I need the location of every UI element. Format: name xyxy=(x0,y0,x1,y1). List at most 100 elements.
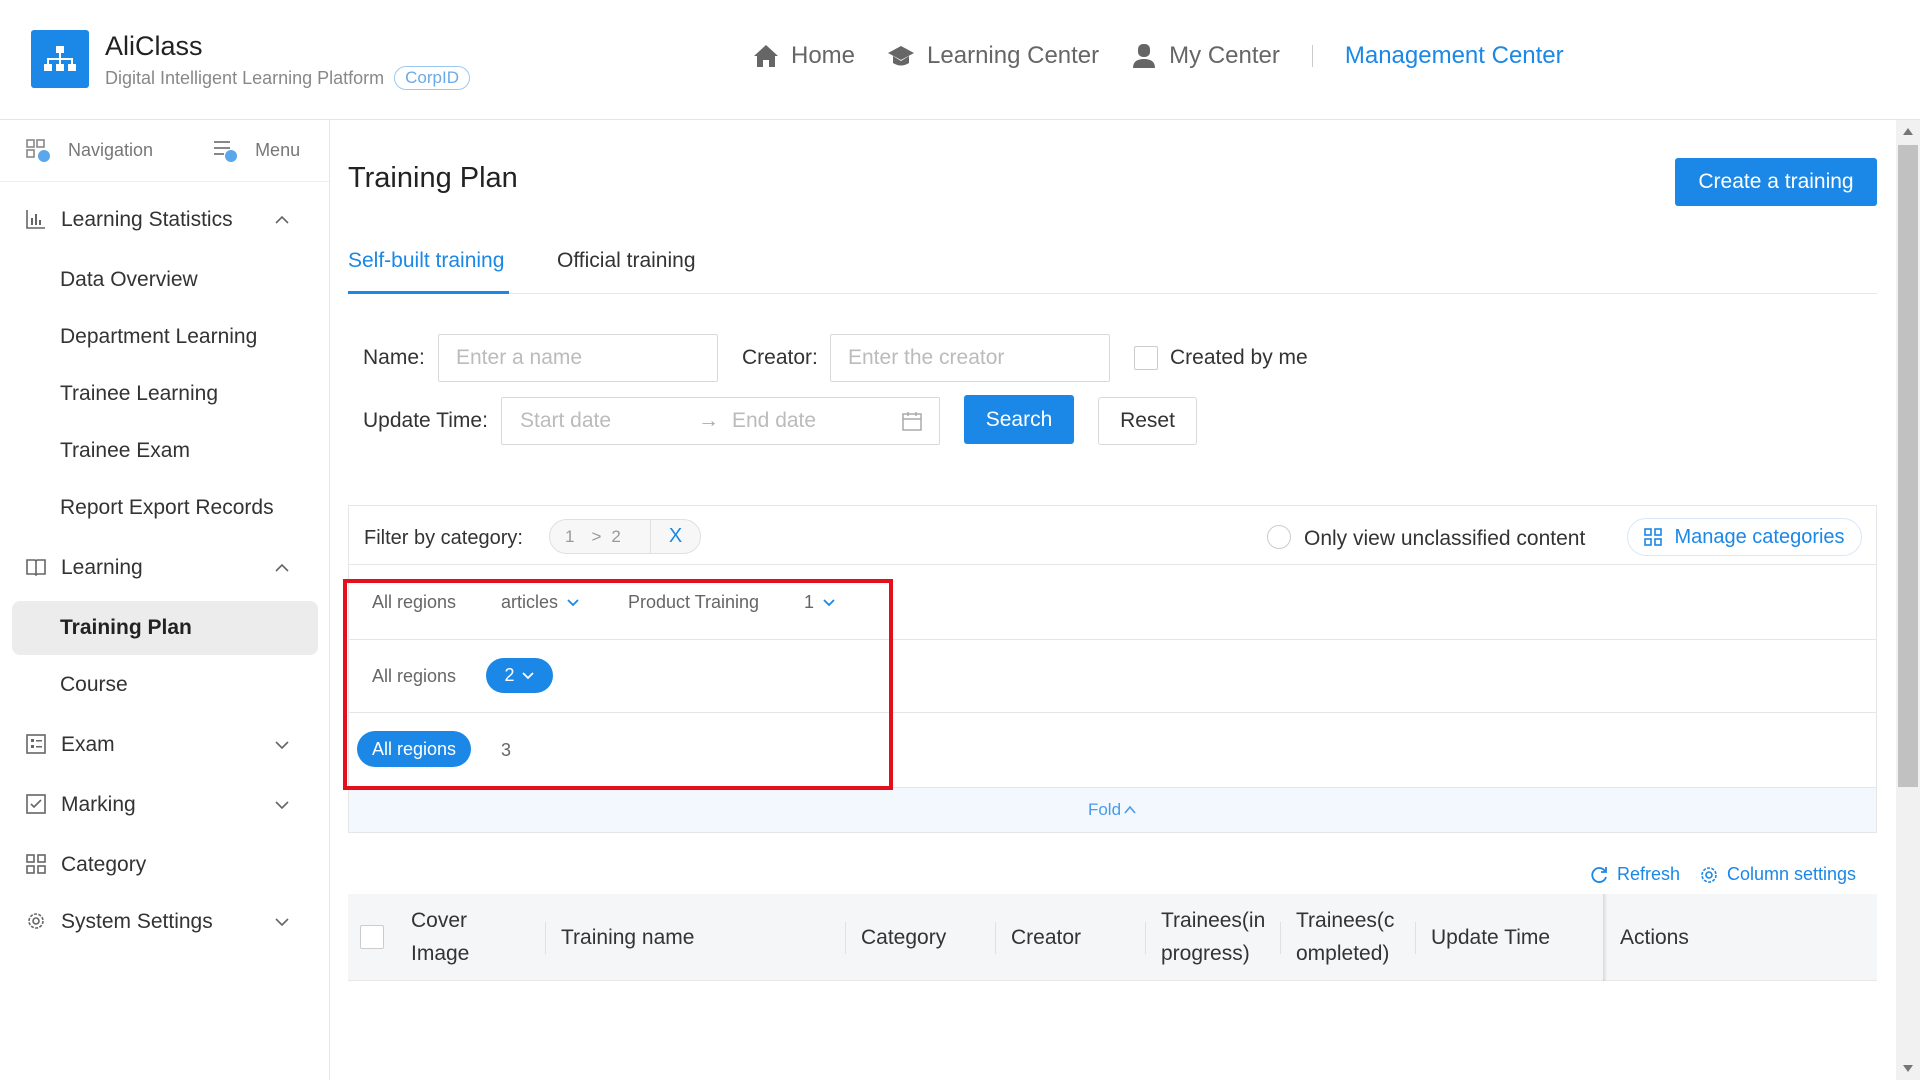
column-header-cover-image[interactable]: Cover Image xyxy=(411,904,469,970)
nav-divider xyxy=(1311,45,1313,67)
nav-my-center[interactable]: My Center xyxy=(1131,42,1280,70)
nav-my-center-label: My Center xyxy=(1169,42,1280,69)
book-icon xyxy=(26,559,46,577)
menu-toggle[interactable]: Menu xyxy=(213,139,300,163)
creator-input[interactable]: Enter the creator xyxy=(830,334,1110,382)
scroll-up-arrow-icon[interactable] xyxy=(1902,126,1914,136)
corp-badge: CorpID xyxy=(394,66,471,90)
sidebar-group-marking[interactable]: Marking xyxy=(0,785,330,825)
sidebar-item-trainee-exam[interactable]: Trainee Exam xyxy=(60,439,190,463)
sidebar-group-system-settings[interactable]: System Settings xyxy=(0,902,330,942)
column-header-line: Trainees(c xyxy=(1296,909,1395,932)
scrollbar-thumb[interactable] xyxy=(1898,145,1918,787)
calendar-icon xyxy=(902,412,922,431)
created-by-me-label: Created by me xyxy=(1170,346,1308,369)
update-time-label: Update Time: xyxy=(363,409,488,432)
navigation-toggle[interactable]: Navigation xyxy=(26,138,154,163)
logo-icon[interactable] xyxy=(31,30,89,88)
bar-chart-icon xyxy=(26,210,45,229)
top-header: AliClass Digital Intelligent Learning Pl… xyxy=(0,0,1920,120)
column-header-trainees-in-progress[interactable]: Trainees(in progress) xyxy=(1161,904,1265,970)
sidebar-item-training-plan[interactable]: Training Plan xyxy=(60,616,192,640)
navigation-label: Navigation xyxy=(68,140,154,160)
column-header-actions[interactable]: Actions xyxy=(1620,921,1689,954)
manage-categories-label: Manage categories xyxy=(1674,525,1845,548)
name-input[interactable]: Enter a name xyxy=(438,334,718,382)
gear-icon xyxy=(1701,866,1717,883)
column-header-line: Trainees(in xyxy=(1161,909,1266,932)
creator-label-text: Creator xyxy=(742,346,813,369)
brand-name: AliClass xyxy=(105,31,203,61)
reset-button[interactable]: Reset xyxy=(1098,397,1197,445)
sidebar-group-category[interactable]: Category xyxy=(0,845,330,885)
nav-home-label: Home xyxy=(791,42,856,69)
chevron-up-icon xyxy=(1124,805,1136,814)
column-separator xyxy=(1280,922,1281,954)
sidebar-item-department-learning[interactable]: Department Learning xyxy=(60,325,257,349)
top-navigation: Home Learning Center My Center Managemen… xyxy=(753,42,1596,70)
tabs-divider xyxy=(348,293,1877,294)
column-header-update-time[interactable]: Update Time xyxy=(1431,921,1550,954)
column-settings-label: Column settings xyxy=(1727,864,1857,884)
nav-learning-center[interactable]: Learning Center xyxy=(887,42,1099,70)
column-header-training-name[interactable]: Training name xyxy=(561,921,694,954)
sidebar-group-label: Category xyxy=(61,853,147,876)
crumb-level-1[interactable]: 1 xyxy=(565,527,574,547)
brand-subtitle: Digital Intelligent Learning Platform Co… xyxy=(105,66,471,90)
nav-home[interactable]: Home xyxy=(753,42,855,70)
column-separator xyxy=(1145,922,1146,954)
filter-header-divider xyxy=(348,564,1877,565)
sidebar-item-course[interactable]: Course xyxy=(60,673,128,697)
update-time-label-text: Update Time xyxy=(363,409,483,432)
fold-toggle[interactable]: Fold xyxy=(349,787,1876,832)
creator-label: Creator: xyxy=(742,346,818,369)
column-header-creator[interactable]: Creator xyxy=(1011,921,1081,954)
nav-management-center-label: Management Center xyxy=(1344,42,1564,69)
graduation-cap-icon xyxy=(888,46,915,66)
column-header-line: ompleted) xyxy=(1296,942,1390,965)
name-label: Name: xyxy=(363,346,425,369)
tab-self-built-training[interactable]: Self-built training xyxy=(348,249,504,273)
column-header-trainees-completed[interactable]: Trainees(c ompleted) xyxy=(1296,904,1394,970)
gear-icon xyxy=(28,913,44,929)
sidebar-group-label: Learning xyxy=(61,556,143,579)
tab-official-training[interactable]: Official training xyxy=(557,249,696,273)
date-range-picker[interactable]: Start date → End date xyxy=(501,397,940,445)
clear-category-close-icon[interactable]: X xyxy=(650,519,700,554)
column-header-category[interactable]: Category xyxy=(861,921,946,954)
column-separator xyxy=(545,922,546,954)
sidebar-item-data-overview[interactable]: Data Overview xyxy=(60,268,198,292)
column-settings-button[interactable]: Column settings xyxy=(1699,864,1856,885)
select-all-checkbox[interactable] xyxy=(360,925,384,949)
manage-categories-button[interactable]: Manage categories xyxy=(1627,518,1862,556)
range-arrow-icon: → xyxy=(698,409,719,432)
category-grid-icon xyxy=(1644,528,1663,546)
column-separator xyxy=(995,922,996,954)
marking-icon xyxy=(26,794,46,814)
sidebar-toggle-bar: Navigation Menu xyxy=(0,120,329,182)
sidebar-item-trainee-learning[interactable]: Trainee Learning xyxy=(60,382,218,406)
crumb-level-2[interactable]: 2 xyxy=(611,527,620,547)
menu-label: Menu xyxy=(255,140,301,160)
refresh-button[interactable]: Refresh xyxy=(1589,864,1680,885)
search-button[interactable]: Search xyxy=(964,395,1074,444)
sidebar-item-report-export-records[interactable]: Report Export Records xyxy=(60,496,274,520)
nav-management-center[interactable]: Management Center xyxy=(1345,42,1564,70)
created-by-me-checkbox[interactable] xyxy=(1134,346,1158,370)
start-date-input[interactable]: Start date xyxy=(520,409,698,433)
column-header-line: Cover xyxy=(411,909,468,932)
create-training-button[interactable]: Create a training xyxy=(1675,158,1877,206)
sidebar-group-exam[interactable]: Exam xyxy=(0,725,330,765)
scroll-down-arrow-icon[interactable] xyxy=(1902,1064,1914,1074)
sidebar-group-learning[interactable]: Learning xyxy=(0,548,330,588)
chevron-up-icon xyxy=(275,215,289,224)
refresh-icon xyxy=(1591,866,1607,883)
sidebar-group-learning-statistics[interactable]: Learning Statistics xyxy=(0,200,330,240)
column-separator xyxy=(1415,922,1416,954)
home-icon xyxy=(754,45,778,67)
sidebar-group-label: Learning Statistics xyxy=(61,208,233,231)
end-date-input[interactable]: End date xyxy=(732,409,902,433)
nav-learning-center-label: Learning Center xyxy=(927,42,1100,69)
user-icon xyxy=(1133,44,1156,68)
only-unclassified-radio[interactable] xyxy=(1267,525,1291,549)
